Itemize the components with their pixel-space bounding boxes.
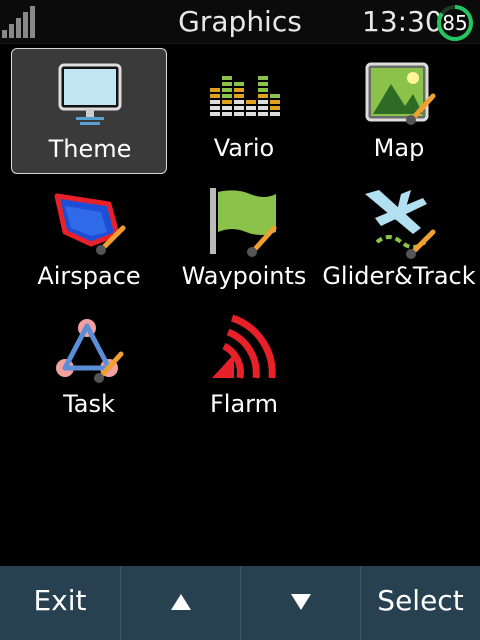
clock: 13:30 (362, 5, 443, 38)
flarm-signal-icon (212, 314, 276, 379)
equalizer-bars-icon (210, 76, 280, 116)
softkey-bar: Exit Select (0, 566, 480, 640)
map-picture-icon (365, 62, 436, 125)
select-button[interactable]: Select (360, 566, 480, 640)
menu-item-label: Glider&Track (322, 262, 476, 290)
menu-item-map[interactable]: Map (321, 48, 477, 174)
arrow-up-icon (170, 594, 191, 610)
exit-button[interactable]: Exit (0, 566, 120, 640)
down-button[interactable] (240, 566, 360, 640)
status-bar: Graphics 13:30 85 (0, 0, 480, 44)
flag-icon (210, 188, 277, 257)
menu-item-theme[interactable]: Theme (11, 48, 167, 174)
menu-item-label: Map (373, 134, 425, 162)
airspace-polygon-icon (54, 193, 126, 255)
menu-item-vario[interactable]: Vario (166, 48, 322, 174)
menu-item-task[interactable]: Task (11, 304, 167, 430)
task-triangle-icon (56, 319, 124, 383)
arrow-down-icon (290, 594, 311, 610)
glider-icon (365, 190, 436, 259)
menu-item-glider-track[interactable]: Glider&Track (321, 176, 477, 302)
up-button[interactable] (120, 566, 240, 640)
menu-item-waypoints[interactable]: Waypoints (166, 176, 322, 302)
battery-percent: 85 (442, 11, 468, 35)
menu-item-flarm[interactable]: Flarm (166, 304, 322, 430)
monitor-icon (58, 63, 122, 125)
menu-item-airspace[interactable]: Airspace (11, 176, 167, 302)
menu-item-label: Flarm (209, 390, 278, 418)
